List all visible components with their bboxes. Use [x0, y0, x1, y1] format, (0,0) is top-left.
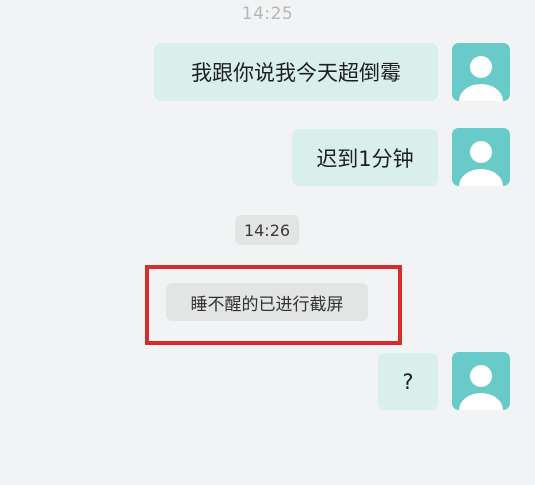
timestamp-mid-text: 14:26	[243, 220, 291, 240]
user-avatar-icon	[452, 43, 510, 101]
message-text-3: ?	[402, 369, 414, 394]
message-bubble-3[interactable]: ?	[378, 353, 438, 410]
avatar-1[interactable]	[452, 43, 510, 101]
message-bubble-1[interactable]: 我跟你说我今天超倒霉	[154, 43, 438, 101]
message-bubble-2[interactable]: 迟到1分钟	[292, 129, 438, 186]
timestamp-top: 14:25	[241, 4, 294, 24]
avatar-2[interactable]	[452, 128, 510, 186]
timestamp-mid: 14:26	[235, 215, 299, 245]
avatar-3[interactable]	[452, 352, 510, 410]
system-notice: 睡不醒的已进行截屏	[166, 283, 368, 321]
message-text-1: 我跟你说我今天超倒霉	[191, 61, 401, 85]
message-text-2: 迟到1分钟	[316, 146, 414, 171]
user-avatar-icon	[452, 352, 510, 410]
user-avatar-icon	[452, 128, 510, 186]
system-notice-text: 睡不醒的已进行截屏	[190, 294, 344, 315]
